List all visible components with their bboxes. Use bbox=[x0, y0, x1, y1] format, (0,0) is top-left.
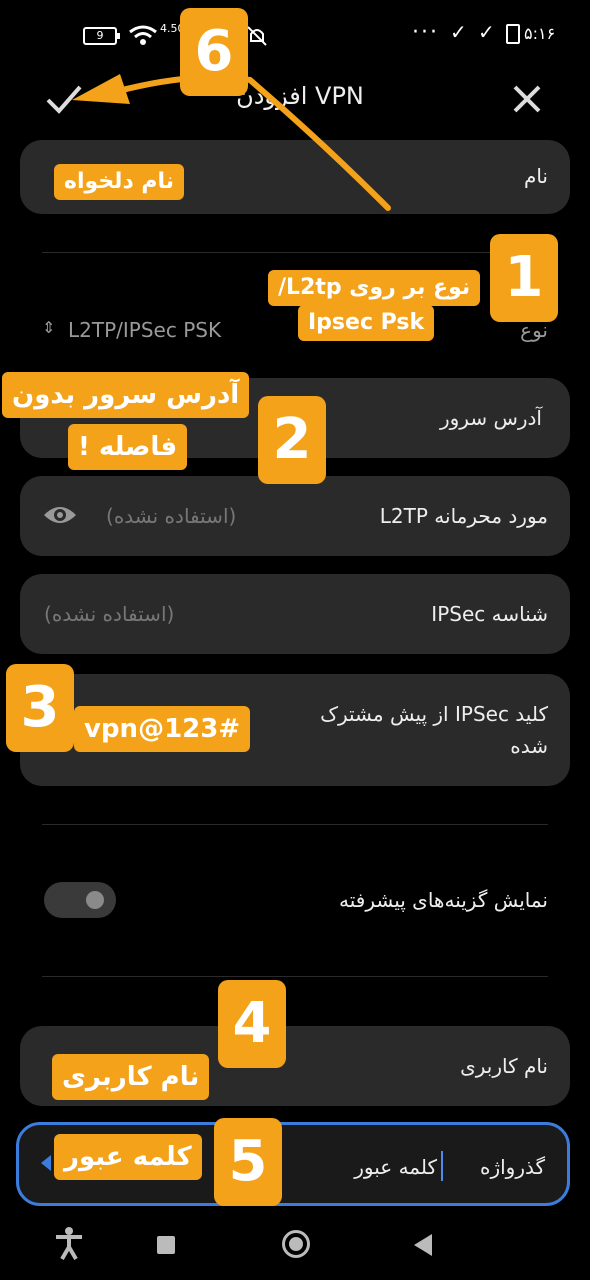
annotation-number-2: 2 bbox=[258, 396, 326, 484]
annotation-server-tag-line1: آدرس سرور بدون bbox=[2, 372, 250, 418]
annotation-number-5: 5 bbox=[214, 1118, 282, 1206]
annotation-number-3: 3 bbox=[6, 664, 74, 752]
annotation-password-tag: کلمه عبور bbox=[54, 1134, 202, 1180]
annotation-username-tag: نام کاربری bbox=[52, 1054, 210, 1100]
annotation-number-4: 4 bbox=[218, 980, 286, 1068]
annotation-name-tag: نام دلخواه bbox=[54, 164, 185, 200]
annotation-type-tag-line1: نوع بر روی L2tp/ bbox=[268, 270, 481, 306]
annotation-type-tag-line2: Ipsec Psk bbox=[298, 305, 435, 341]
annotation-number-6: 6 bbox=[180, 8, 248, 96]
annotation-psk-tag: vpn@123# bbox=[74, 706, 251, 752]
annotation-number-1: 1 bbox=[490, 234, 558, 322]
annotation-server-tag-line2: فاصله ! bbox=[68, 424, 188, 470]
